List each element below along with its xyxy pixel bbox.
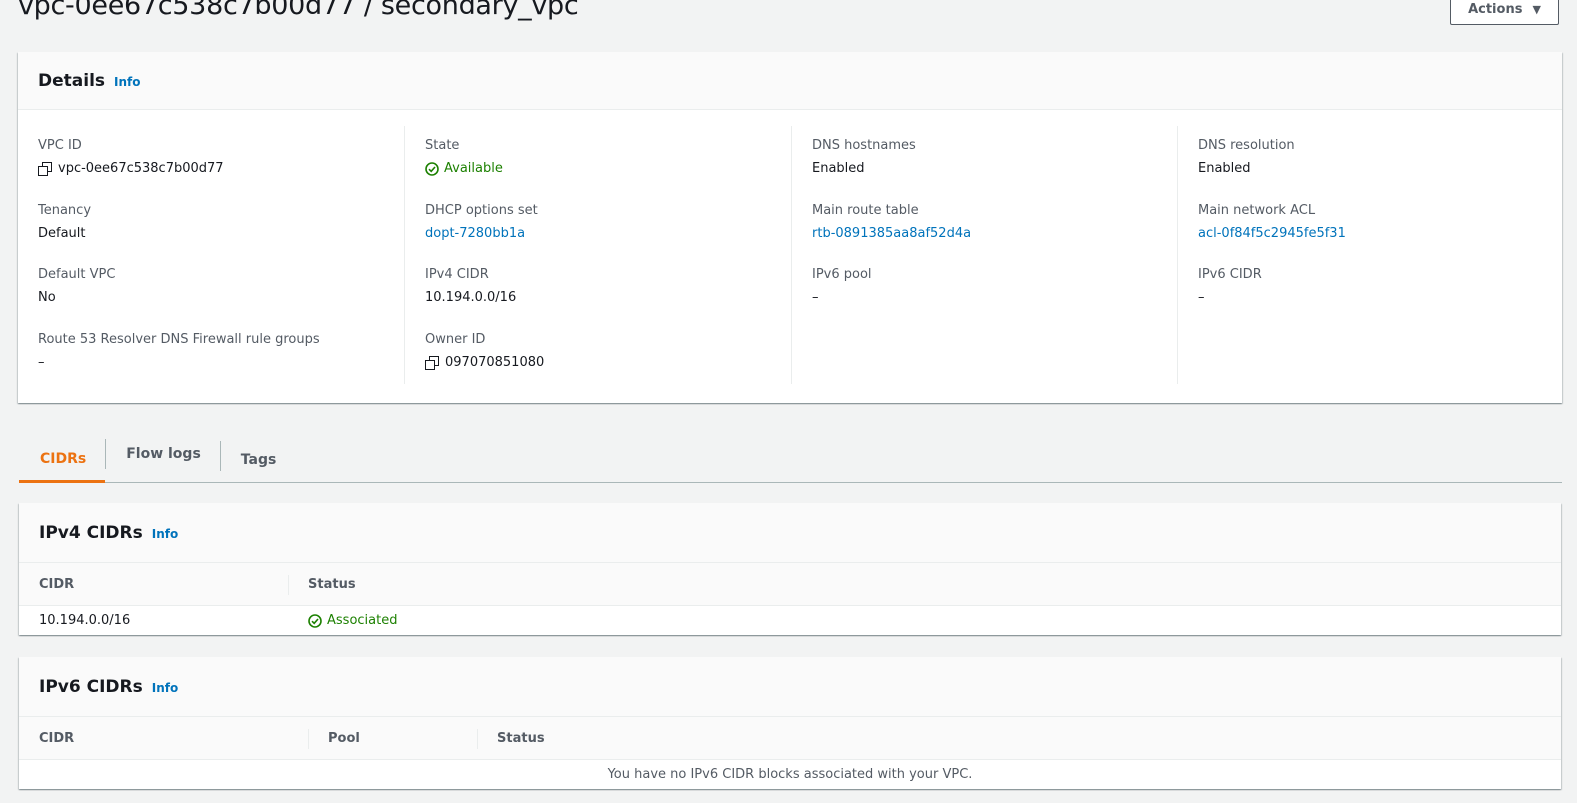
ipv6-cidr-value: – (1198, 290, 1205, 305)
page-title: vpc-0ee67c538c7b00d77 / secondary_vpc (18, 0, 579, 21)
field-label: State (425, 138, 460, 153)
tenancy-value: Default (38, 226, 86, 241)
field-label: Tenancy (38, 203, 92, 218)
field-label: DNS hostnames (812, 138, 916, 153)
ipv6-cidrs-title: IPv6 CIDRs (39, 676, 143, 697)
field-ipv6-pool: IPv6 pool – (812, 267, 872, 305)
field-dhcp-options: DHCP options set dopt-7280bb1a (425, 203, 538, 241)
field-vpc-id: VPC ID vpc-0ee67c538c7b00d77 (38, 138, 224, 176)
caret-down-icon: ▼ (1532, 3, 1541, 16)
ipv6-pool-value: – (812, 290, 819, 305)
check-circle-icon (308, 613, 322, 628)
field-label: Owner ID (425, 332, 486, 347)
default-vpc-value: No (38, 290, 56, 305)
column-header-cidr[interactable]: CIDR (19, 563, 287, 605)
field-label: Main route table (812, 203, 919, 218)
details-panel: Details Info VPC ID vpc-0ee67c538c7b00d7… (18, 52, 1562, 403)
state-value: Available (444, 161, 503, 176)
field-state: State Available (425, 138, 503, 176)
ipv4-cidrs-panel: IPv4 CIDRs Info CIDR Status 10.194.0.0/1… (19, 503, 1561, 635)
field-tenancy: Tenancy Default (38, 203, 91, 241)
state-row: Available (425, 161, 503, 176)
field-label: Default VPC (38, 267, 116, 282)
field-main-route-table: Main route table rtb-0891385aa8af52d4a (812, 203, 971, 241)
tab-tags[interactable]: Tags (221, 437, 297, 482)
field-owner-id: Owner ID 097070851080 (425, 332, 544, 370)
field-default-vpc: Default VPC No (38, 267, 115, 305)
field-label: VPC ID (38, 138, 82, 153)
dns-resolution-value: Enabled (1198, 161, 1251, 176)
tab-flow-logs[interactable]: Flow logs (105, 439, 221, 471)
ipv6-cidrs-info-link[interactable]: Info (152, 681, 178, 695)
field-main-network-acl: Main network ACL acl-0f84f5c2945fe5f31 (1198, 203, 1346, 241)
ipv6-table-header: CIDR Pool Status (19, 717, 1561, 760)
dns-firewall-value: – (38, 355, 45, 370)
column-header-status[interactable]: Status (288, 563, 356, 605)
details-column-3: DNS hostnames Enabled Main route table r… (791, 126, 1177, 384)
status-value: Associated (327, 613, 398, 628)
main-network-acl-link[interactable]: acl-0f84f5c2945fe5f31 (1198, 226, 1346, 241)
actions-button-label: Actions (1468, 2, 1523, 17)
field-label: DHCP options set (425, 203, 538, 218)
column-header-pool[interactable]: Pool (308, 717, 477, 759)
column-header-status[interactable]: Status (477, 717, 545, 759)
check-circle-icon (425, 161, 439, 176)
column-header-cidr[interactable]: CIDR (19, 717, 307, 759)
actions-button[interactable]: Actions ▼ (1450, 0, 1559, 25)
details-column-2: State Available DHCP options set dopt-72… (404, 126, 791, 384)
ipv6-cidrs-panel: IPv6 CIDRs Info CIDR Pool Status You hav… (19, 657, 1561, 789)
ipv6-cidrs-header: IPv6 CIDRs Info (19, 657, 1561, 717)
tab-cidrs[interactable]: CIDRs (19, 437, 106, 483)
field-label: DNS resolution (1198, 138, 1295, 153)
ipv4-table-header: CIDR Status (19, 563, 1561, 606)
copy-icon[interactable] (425, 355, 439, 370)
field-label: IPv4 CIDR (425, 267, 489, 282)
field-label: Route 53 Resolver DNS Firewall rule grou… (38, 332, 320, 347)
tab-bar: CIDRs Flow logs Tags (19, 437, 1562, 483)
field-label: IPv6 pool (812, 267, 872, 282)
status-cell: Associated (288, 606, 397, 635)
cidr-cell: 10.194.0.0/16 (39, 613, 131, 628)
dhcp-options-link[interactable]: dopt-7280bb1a (425, 226, 538, 241)
ipv4-cidrs-info-link[interactable]: Info (152, 527, 178, 541)
owner-id-value: 097070851080 (445, 355, 545, 370)
copy-icon[interactable] (38, 161, 52, 176)
ipv4-cidr-value: 10.194.0.0/16 (425, 290, 517, 305)
field-dns-resolution: DNS resolution Enabled (1198, 138, 1295, 176)
ipv4-cidrs-header: IPv4 CIDRs Info (19, 503, 1561, 563)
details-header: Details Info (18, 52, 1562, 110)
owner-id-row: 097070851080 (425, 355, 544, 370)
table-row: 10.194.0.0/16 Associated (19, 606, 1561, 635)
field-label: IPv6 CIDR (1198, 267, 1262, 282)
field-ipv6-cidr: IPv6 CIDR – (1198, 267, 1262, 305)
details-title: Details (38, 70, 106, 91)
details-info-link[interactable]: Info (114, 75, 140, 89)
field-ipv4-cidr: IPv4 CIDR 10.194.0.0/16 (425, 267, 516, 305)
field-dns-firewall-rule-groups: Route 53 Resolver DNS Firewall rule grou… (38, 332, 320, 370)
ipv4-cidrs-title: IPv4 CIDRs (39, 522, 143, 543)
field-label: Main network ACL (1198, 203, 1316, 218)
field-dns-hostnames: DNS hostnames Enabled (812, 138, 916, 176)
empty-state-message: You have no IPv6 CIDR blocks associated … (607, 767, 973, 782)
vpc-id-value: vpc-0ee67c538c7b00d77 (58, 161, 224, 176)
main-route-table-link[interactable]: rtb-0891385aa8af52d4a (812, 226, 971, 241)
details-column-4: DNS resolution Enabled Main network ACL … (1177, 126, 1562, 384)
details-column-1: VPC ID vpc-0ee67c538c7b00d77 Tenancy Def… (18, 126, 404, 384)
field-value-row: vpc-0ee67c538c7b00d77 (38, 161, 224, 176)
dns-hostnames-value: Enabled (812, 161, 865, 176)
